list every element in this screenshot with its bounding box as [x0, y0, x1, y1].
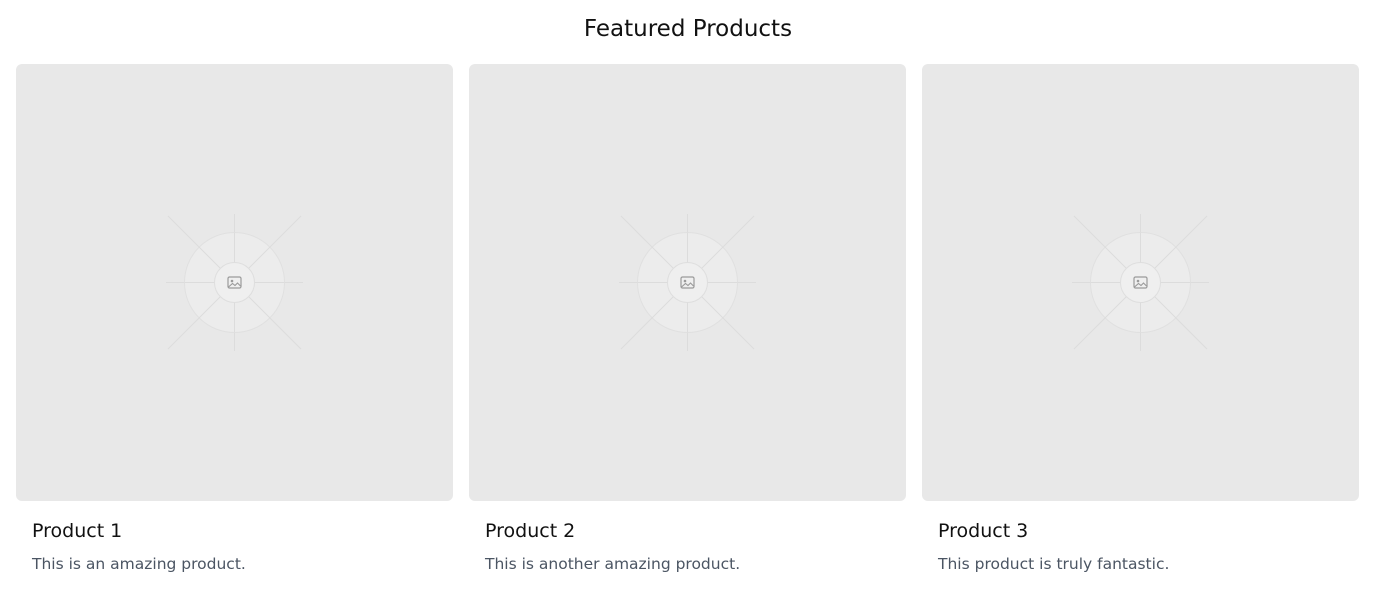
product-name[interactable]: Product 1 [32, 519, 453, 543]
product-description: This is another amazing product. [485, 555, 741, 573]
product-card[interactable]: Product 3 This product is truly fantasti… [922, 64, 1359, 575]
product-image-placeholder[interactable] [469, 64, 906, 501]
product-description: This is an amazing product. [32, 555, 246, 573]
page-title: Featured Products [583, 16, 793, 42]
image-placeholder-icon [1072, 214, 1209, 351]
product-name[interactable]: Product 3 [938, 519, 1359, 543]
product-image-placeholder[interactable] [16, 64, 453, 501]
product-name[interactable]: Product 2 [485, 519, 906, 543]
product-card[interactable]: Product 1 This is an amazing product. [16, 64, 453, 575]
product-grid: Product 1 This is an amazing product. Pr… [16, 64, 1360, 575]
image-placeholder-icon [619, 214, 756, 351]
product-image-placeholder[interactable] [922, 64, 1359, 501]
product-card[interactable]: Product 2 This is another amazing produc… [469, 64, 906, 575]
product-description: This product is truly fantastic. [938, 555, 1170, 573]
image-placeholder-icon [166, 214, 303, 351]
